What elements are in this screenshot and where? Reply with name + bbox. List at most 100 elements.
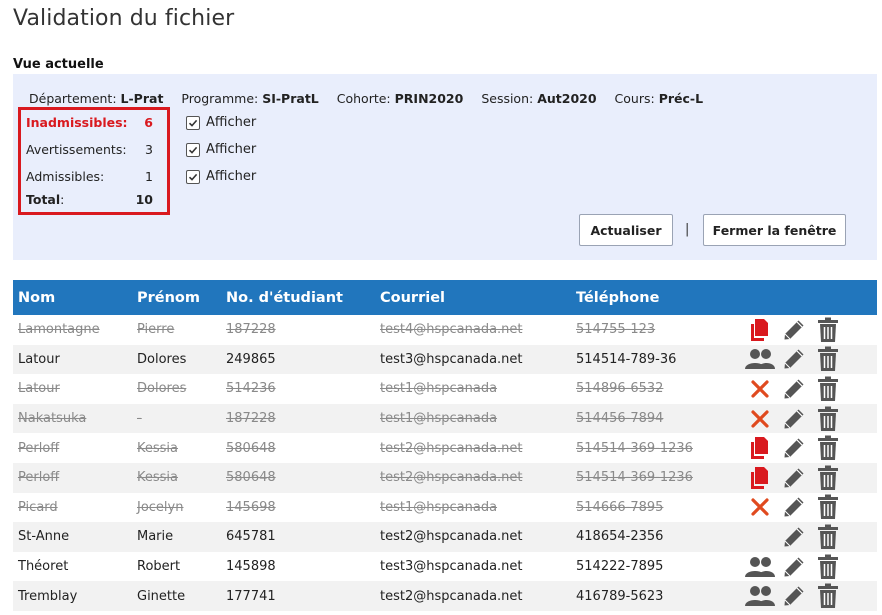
cell-courriel: test2@hspcanada.net bbox=[380, 588, 523, 604]
cell-courriel: test3@hspcanada.net bbox=[380, 351, 523, 367]
edit-pencil-icon[interactable] bbox=[777, 376, 811, 402]
delete-trash-icon[interactable] bbox=[811, 554, 845, 580]
row-actions bbox=[734, 345, 877, 375]
column-header-no-etudiant[interactable]: No. d'étudiant bbox=[221, 280, 375, 315]
table-row: Perloff Kessia 580648 test2@hspcanada.net 51… bbox=[13, 462, 877, 493]
table-row: St-Anne Marie 645781 test2@hspcanada.net 418… bbox=[13, 522, 877, 552]
cell-nom: Latour bbox=[18, 351, 60, 367]
edit-pencil-icon[interactable] bbox=[777, 465, 811, 491]
cell-nom: Nakatsuka bbox=[18, 411, 87, 427]
delete-trash-icon[interactable] bbox=[811, 494, 845, 520]
cell-no: 145698 bbox=[226, 499, 276, 515]
row-actions bbox=[734, 404, 877, 434]
checkbox-checked-icon[interactable] bbox=[186, 142, 200, 157]
table-header-row: Nom Prénom No. d'étudiant Courriel Télép… bbox=[13, 280, 877, 315]
cell-prenom: Kessia bbox=[137, 470, 178, 486]
cell-courriel: test1@hspcanada bbox=[380, 499, 498, 515]
cell-tel: 514514-369-1236 bbox=[576, 440, 693, 456]
cell-tel: 514896-6532 bbox=[576, 381, 664, 397]
cell-prenom: Dolores bbox=[137, 381, 187, 397]
show-admissibles-checkbox[interactable]: Afficher bbox=[186, 169, 256, 184]
edit-pencil-icon[interactable] bbox=[777, 406, 811, 432]
edit-pencil-icon[interactable] bbox=[777, 435, 811, 461]
delete-trash-icon[interactable] bbox=[811, 583, 845, 609]
cell-courriel: test2@hspcanada.net bbox=[380, 470, 523, 486]
delete-trash-icon[interactable] bbox=[811, 317, 845, 343]
view-heading: Vue actuelle bbox=[13, 57, 104, 72]
show-avertissements-checkbox[interactable]: Afficher bbox=[186, 142, 256, 157]
cell-courriel: test2@hspcanada.net bbox=[380, 529, 523, 545]
cell-nom: Perloff bbox=[18, 470, 60, 486]
cell-no: 177741 bbox=[226, 588, 276, 604]
cell-tel: 514514-789-36 bbox=[576, 351, 677, 367]
cell-no: 145898 bbox=[226, 559, 276, 575]
refresh-button[interactable]: Actualiser bbox=[579, 214, 673, 246]
column-header-telephone[interactable]: Téléphone bbox=[571, 280, 734, 315]
button-separator: | bbox=[685, 222, 690, 237]
cell-no: 580648 bbox=[226, 470, 276, 486]
show-inadmissibles-checkbox[interactable]: Afficher bbox=[186, 115, 256, 130]
cell-prenom: Jocelyn bbox=[137, 499, 184, 515]
cell-prenom: Kessia bbox=[137, 440, 178, 456]
delete-trash-icon[interactable] bbox=[811, 524, 845, 550]
table-row: Théoret Robert 145898 test3@hspcanada.net 51… bbox=[13, 551, 877, 582]
cell-prenom: Marie bbox=[137, 529, 174, 545]
delete-trash-icon[interactable] bbox=[811, 346, 845, 372]
duplicate-icon bbox=[743, 465, 777, 491]
meta-cohorte: Cohorte: PRIN2020 bbox=[336, 91, 464, 106]
cell-courriel: test1@hspcanada bbox=[380, 381, 498, 397]
stat-avertissements: Avertissements: 3 bbox=[26, 142, 153, 157]
status-empty bbox=[743, 524, 777, 550]
delete-trash-icon[interactable] bbox=[811, 435, 845, 461]
duplicate-icon bbox=[743, 435, 777, 461]
checkbox-checked-icon[interactable] bbox=[186, 169, 200, 184]
close-window-button[interactable]: Fermer la fenêtre bbox=[703, 214, 846, 246]
delete-trash-icon[interactable] bbox=[811, 376, 845, 402]
edit-pencil-icon[interactable] bbox=[777, 494, 811, 520]
meta-cours: Cours: Préc-L bbox=[614, 91, 704, 106]
cell-tel: 418654-2356 bbox=[576, 529, 664, 545]
checkbox-checked-icon[interactable] bbox=[186, 115, 200, 130]
table-row: Perloff Kessia 580648 test2@hspcanada.net 51… bbox=[13, 433, 877, 463]
delete-trash-icon[interactable] bbox=[811, 465, 845, 491]
edit-pencil-icon[interactable] bbox=[777, 583, 811, 609]
table-row: Picard Jocelyn 145698 test1@hspcanada 514666… bbox=[13, 492, 877, 523]
cell-tel: 416789-5623 bbox=[576, 588, 664, 604]
cell-courriel: test1@hspcanada bbox=[380, 411, 498, 427]
cell-tel: 514755-123 bbox=[576, 322, 656, 338]
cell-courriel: test2@hspcanada.net bbox=[380, 440, 523, 456]
delete-trash-icon[interactable] bbox=[811, 406, 845, 432]
stat-admissibles: Admissibles: 1 bbox=[26, 169, 153, 184]
cell-nom: Théoret bbox=[18, 559, 69, 575]
invalid-x-icon bbox=[743, 376, 777, 402]
cell-prenom: Robert bbox=[137, 559, 181, 575]
students-table: Nom Prénom No. d'étudiant Courriel Télép… bbox=[13, 280, 877, 611]
duplicate-icon bbox=[743, 317, 777, 343]
edit-pencil-icon[interactable] bbox=[777, 346, 811, 372]
cell-tel: 514456-7894 bbox=[576, 411, 664, 427]
table-row: Latour Dolores 249865 test3@hspcanada.net 51… bbox=[13, 344, 877, 375]
row-actions bbox=[734, 315, 877, 345]
cell-tel: 514666-7895 bbox=[576, 499, 664, 515]
cell-nom: Lamontagne bbox=[18, 322, 100, 338]
cell-nom: St-Anne bbox=[18, 529, 70, 545]
column-header-nom[interactable]: Nom bbox=[13, 280, 132, 315]
table-row: Latour Dolores 514236 test1@hspcanada 514896… bbox=[13, 374, 877, 404]
row-actions bbox=[734, 522, 877, 552]
cell-no: 187228 bbox=[226, 322, 276, 338]
table-row: Lamontagne Pierre 187228 test4@hspcanada.ne… bbox=[13, 315, 877, 345]
edit-pencil-icon[interactable] bbox=[777, 524, 811, 550]
cell-tel: 514222-7895 bbox=[576, 559, 664, 575]
row-actions bbox=[734, 463, 877, 493]
edit-pencil-icon[interactable] bbox=[777, 554, 811, 580]
cell-no: 187228 bbox=[226, 411, 276, 427]
row-actions bbox=[734, 374, 877, 404]
cell-prenom: - bbox=[137, 411, 142, 427]
column-header-courriel[interactable]: Courriel bbox=[375, 280, 571, 315]
column-header-prenom[interactable]: Prénom bbox=[132, 280, 221, 315]
users-icon bbox=[743, 346, 777, 372]
cell-no: 514236 bbox=[226, 381, 276, 397]
invalid-x-icon bbox=[743, 406, 777, 432]
cell-courriel: test4@hspcanada.net bbox=[380, 322, 523, 338]
edit-pencil-icon[interactable] bbox=[777, 317, 811, 343]
